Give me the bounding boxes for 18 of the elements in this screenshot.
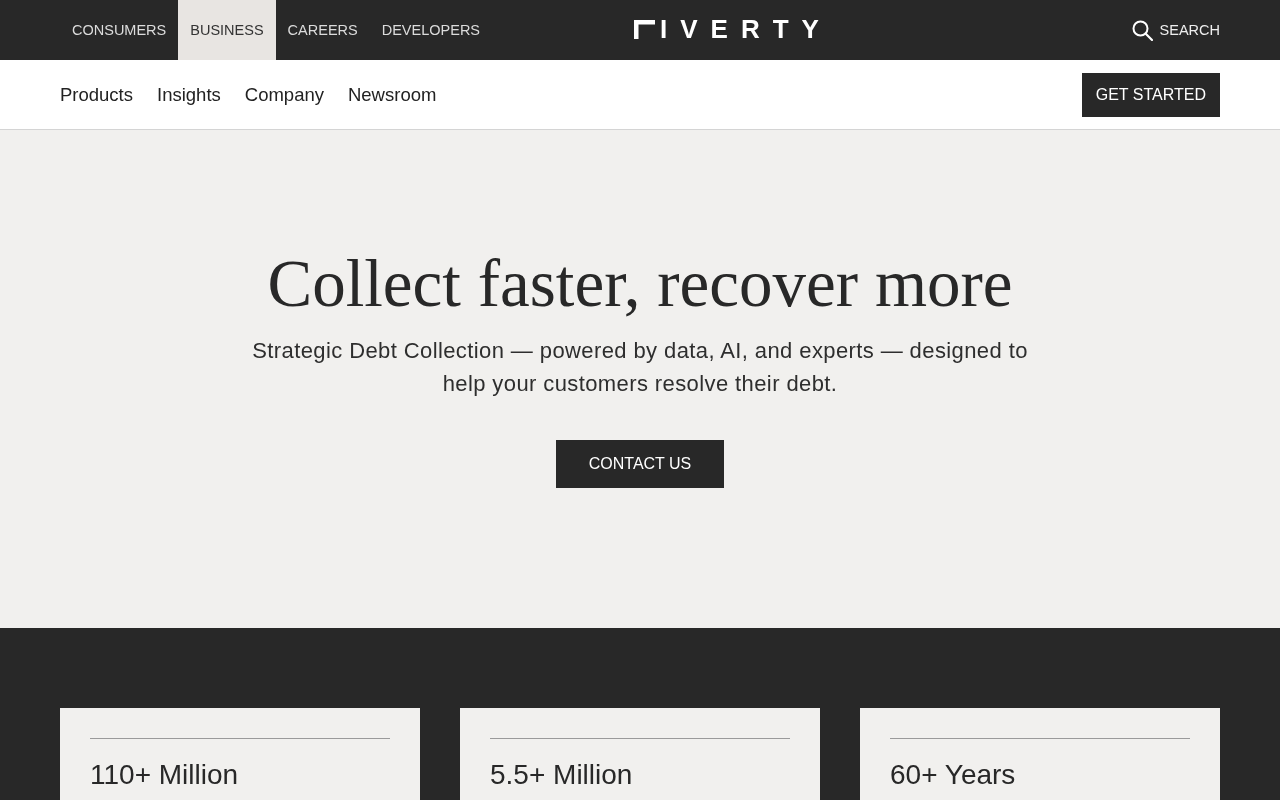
nav-link[interactable]: Newsroom <box>347 83 437 106</box>
nav-link[interactable]: Products <box>60 83 133 106</box>
hero-title: Collect faster, recover more <box>267 248 1013 318</box>
audience-tab[interactable]: BUSINESS <box>178 0 276 60</box>
hero-subtitle: Strategic Debt Collection — powered by data, AI, and experts — designed to help your customers resolve their debt. <box>251 337 1029 398</box>
stat-value: 5.5+ Million <box>490 758 634 792</box>
audience-tab[interactable]: DEVELOPERS <box>369 0 493 60</box>
search-link[interactable]: SEARCH <box>1131 19 1220 41</box>
contact-us-button[interactable]: CONTACT US <box>556 440 724 488</box>
corner-mark-icon <box>634 20 655 39</box>
nav-link[interactable]: Insights <box>157 83 221 106</box>
get-started-button[interactable]: GET STARTED <box>1081 72 1220 117</box>
search-icon <box>1131 19 1153 41</box>
stat-value: 60+ Years <box>890 758 1017 792</box>
audience-tab[interactable]: CONSUMERS <box>60 0 179 60</box>
stat-value: 110+ Million <box>90 758 240 792</box>
nav-link[interactable]: Company <box>244 83 324 106</box>
audience-tab[interactable]: CAREERS <box>275 0 370 60</box>
